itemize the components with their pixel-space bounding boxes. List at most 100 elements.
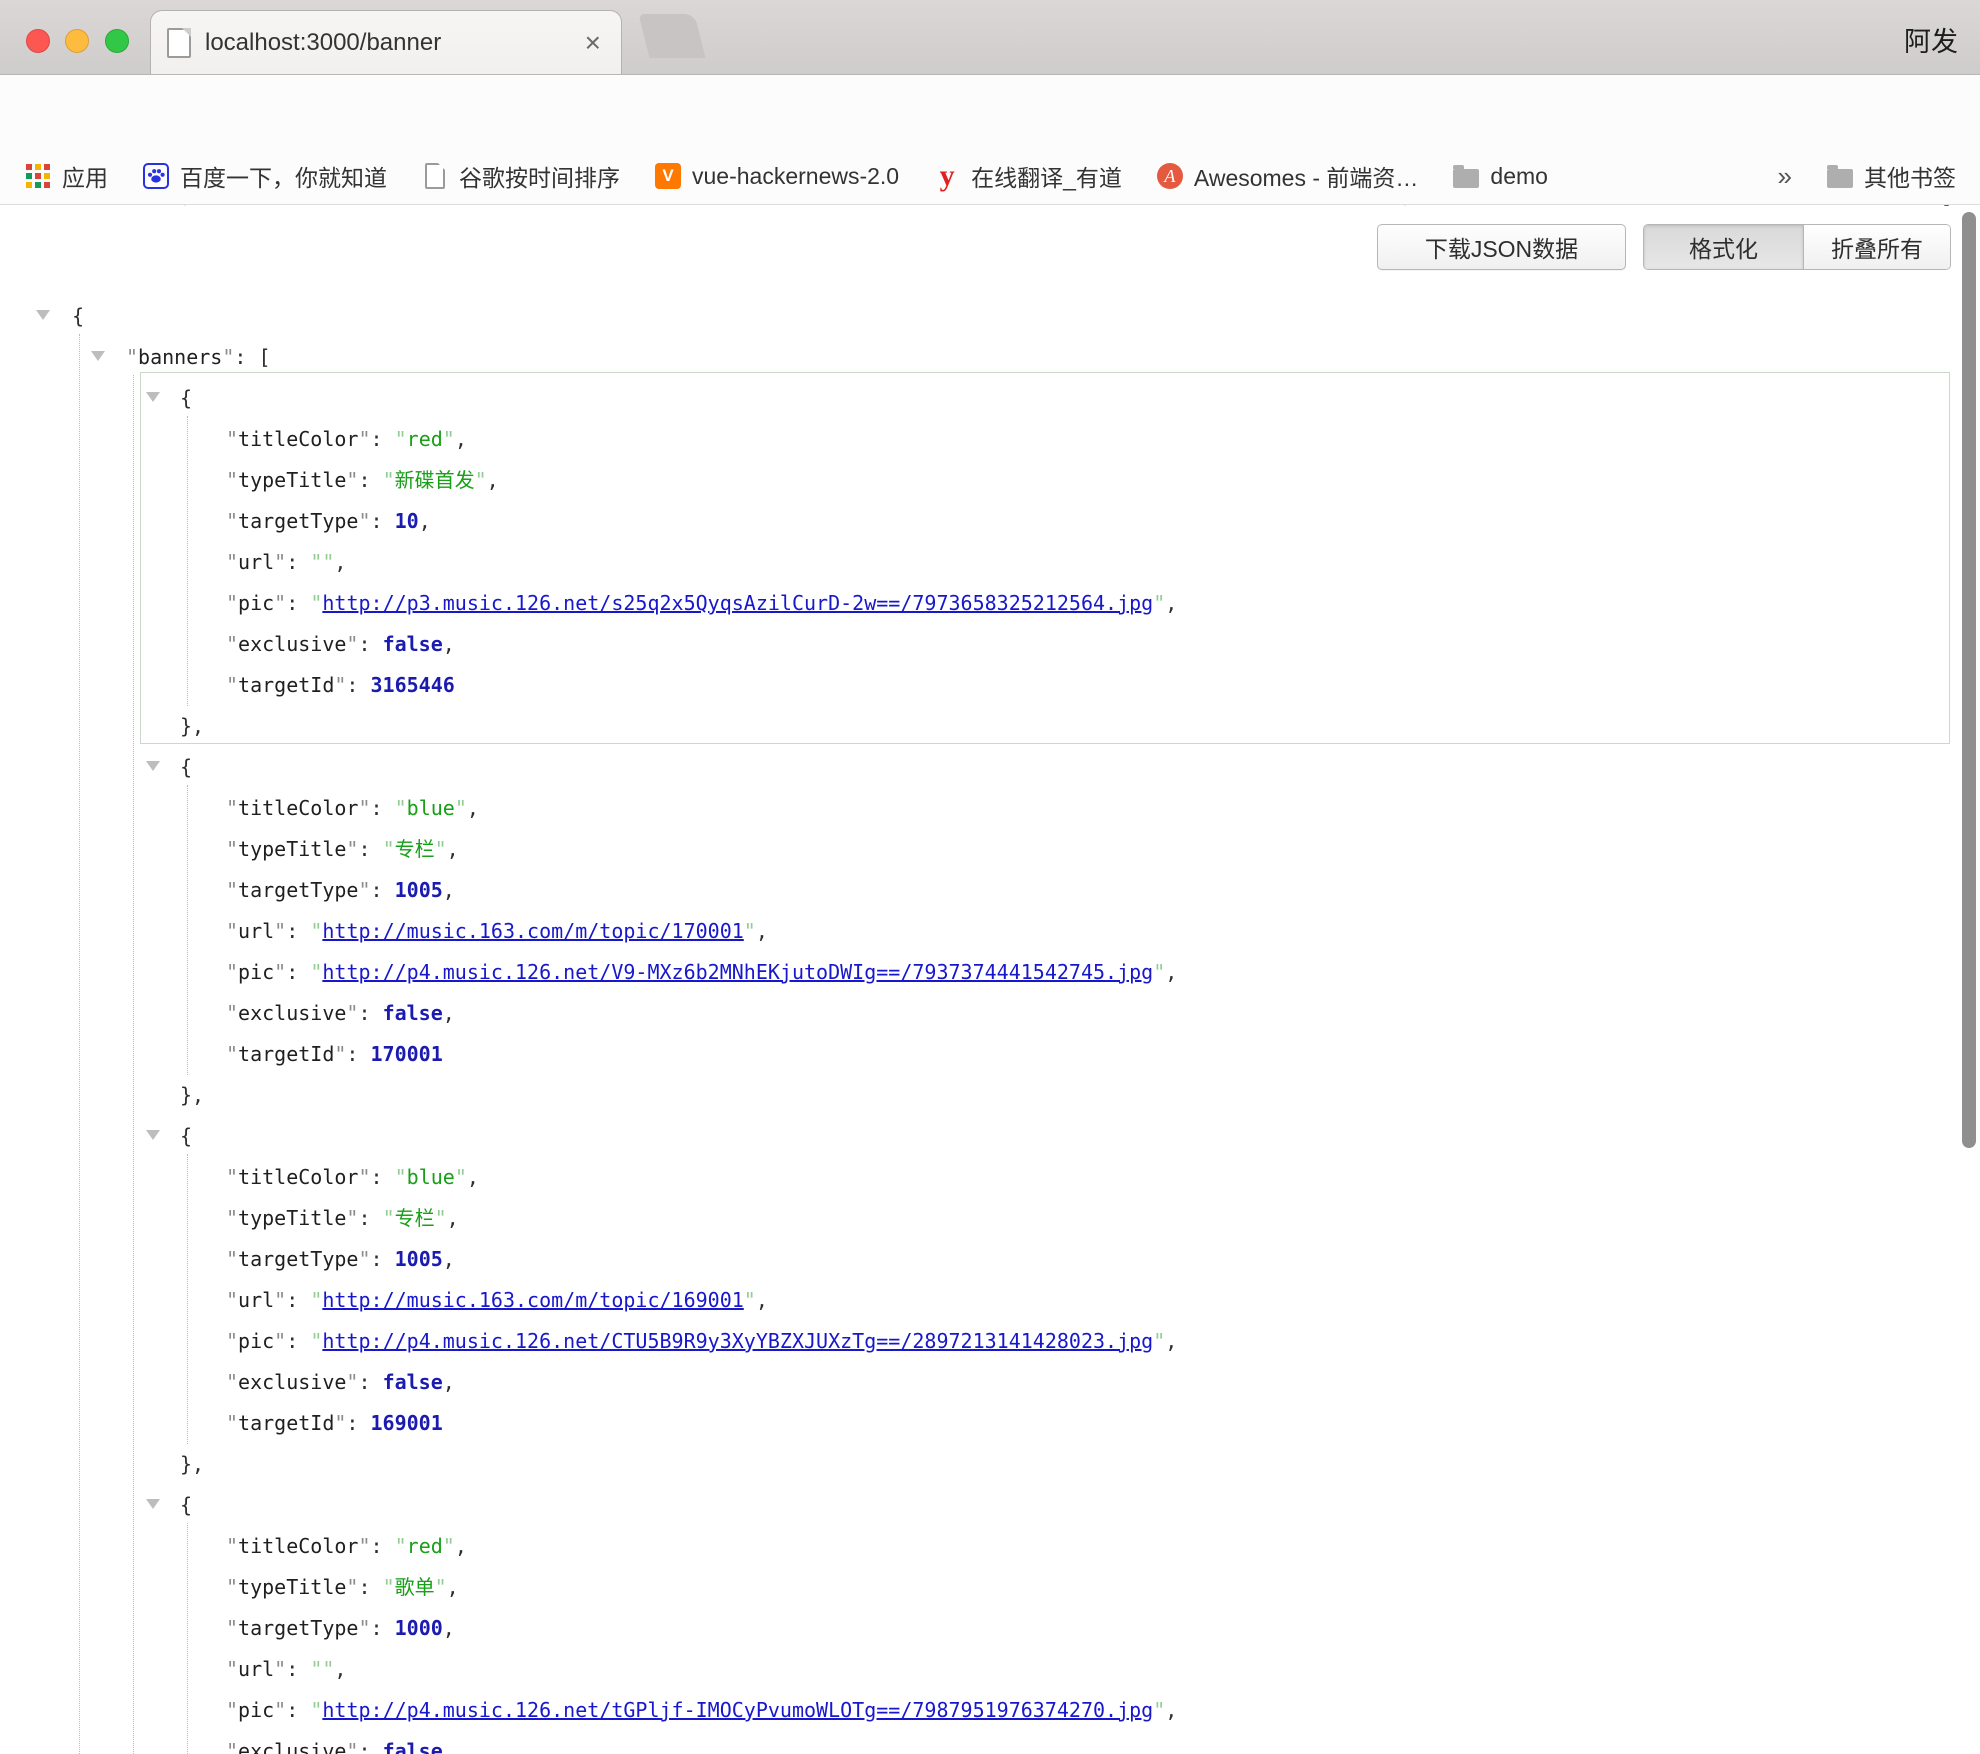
folder-icon <box>1826 162 1854 190</box>
json-property: "titleColor": "blue", <box>0 1157 479 1198</box>
json-value-string: blue <box>407 796 455 820</box>
browser-toolbar: ← → ↻ i localhost :3000/banner ☆ V 英 FE … <box>0 75 1980 148</box>
json-value-number: 169001 <box>371 1411 443 1435</box>
json-property: "targetType": 1005, <box>0 870 455 911</box>
json-property: "typeTitle": "新碟首发", <box>0 460 499 501</box>
new-tab-button[interactable] <box>639 14 706 58</box>
json-property: "url": "", <box>0 1649 346 1690</box>
json-property: "exclusive": false, <box>0 624 455 665</box>
baidu-paw-icon <box>142 162 170 190</box>
json-value-number: 10 <box>395 509 419 533</box>
json-value-string: 专栏 <box>395 1206 435 1230</box>
json-value-string: 歌单 <box>395 1575 435 1599</box>
browser-tab[interactable]: localhost:3000/banner × <box>150 10 622 74</box>
json-tree: {"banners": [{"titleColor": "red","typeT… <box>0 206 1980 1754</box>
window-minimize-button[interactable] <box>65 29 89 53</box>
json-value-boolean: false <box>383 1001 443 1025</box>
json-object-close: }, <box>0 706 204 747</box>
json-value-string: 专栏 <box>395 837 435 861</box>
tab-close-icon[interactable]: × <box>581 29 605 57</box>
bookmarks-bar: 应用 百度一下，你就知道 谷歌按时间排序 V vue-hackernews-2.… <box>0 148 1980 205</box>
json-link[interactable]: http://p3.music.126.net/s25q2x5QyqsAzilC… <box>322 591 1153 615</box>
bookmark-youdao[interactable]: y 在线翻译_有道 <box>933 159 1122 193</box>
bookmark-apps[interactable]: 应用 <box>24 159 108 193</box>
bookmark-label: 谷歌按时间排序 <box>459 159 620 193</box>
json-value-string: red <box>407 427 443 451</box>
profile-name[interactable]: 阿发 <box>1904 20 1958 59</box>
bookmark-label: 百度一下，你就知道 <box>180 159 387 193</box>
json-value-number: 1005 <box>395 878 443 902</box>
json-value-string: 新碟首发 <box>395 468 475 492</box>
json-value-number: 1005 <box>395 1247 443 1271</box>
json-property: "pic": "http://p4.music.126.net/V9-MXz6b… <box>0 952 1177 993</box>
json-property: "targetId": 3165446 <box>0 665 455 706</box>
json-value-boolean: false <box>383 632 443 656</box>
bookmarks-overflow-icon[interactable]: » <box>1778 161 1792 192</box>
other-bookmarks-label: 其他书签 <box>1864 159 1956 193</box>
json-property: "titleColor": "red", <box>0 1526 467 1567</box>
json-property: "url": "", <box>0 542 346 583</box>
json-root-open: { <box>0 296 84 337</box>
window-tab-strip: localhost:3000/banner × 阿发 <box>0 0 1980 75</box>
json-object-close: }, <box>0 1444 204 1485</box>
page-icon <box>421 162 449 190</box>
other-bookmarks[interactable]: 其他书签 <box>1826 159 1956 193</box>
apps-grid-icon <box>24 162 52 190</box>
folder-icon <box>1452 162 1480 190</box>
json-link[interactable]: http://p4.music.126.net/V9-MXz6b2MNhEKju… <box>322 960 1153 984</box>
json-property: "targetId": 170001 <box>0 1034 443 1075</box>
youdao-icon: y <box>933 162 961 190</box>
bookmark-label: 应用 <box>62 159 108 193</box>
json-property: "exclusive": false, <box>0 993 455 1034</box>
json-property: "targetId": 169001 <box>0 1403 443 1444</box>
json-value-number: 3165446 <box>371 673 455 697</box>
json-value-boolean: false <box>383 1739 443 1754</box>
bookmark-vue-hackernews[interactable]: V vue-hackernews-2.0 <box>654 162 899 190</box>
json-property: "exclusive": false, <box>0 1731 455 1754</box>
json-property: "url": "http://music.163.com/m/topic/170… <box>0 911 768 952</box>
json-link[interactable]: http://music.163.com/m/topic/170001 <box>322 919 743 943</box>
json-object-open: { <box>0 1116 192 1157</box>
vue-icon: V <box>654 162 682 190</box>
json-object-open: { <box>0 378 192 419</box>
json-property: "typeTitle": "专栏", <box>0 829 459 870</box>
json-property: "targetType": 1000, <box>0 1608 455 1649</box>
json-value-number: 170001 <box>371 1042 443 1066</box>
vertical-scrollbar[interactable] <box>1962 212 1976 1148</box>
page-favicon <box>167 28 191 58</box>
json-property: "titleColor": "blue", <box>0 788 479 829</box>
json-property: "pic": "http://p4.music.126.net/CTU5B9R9… <box>0 1321 1177 1362</box>
window-close-button[interactable] <box>26 29 50 53</box>
json-object-close: }, <box>0 1075 204 1116</box>
bookmark-folder-demo[interactable]: demo <box>1452 162 1548 190</box>
bookmark-label: vue-hackernews-2.0 <box>692 163 899 190</box>
json-value-number: 1000 <box>395 1616 443 1640</box>
bookmark-baidu[interactable]: 百度一下，你就知道 <box>142 159 387 193</box>
json-property: "titleColor": "red", <box>0 419 467 460</box>
bookmark-label: demo <box>1490 163 1548 190</box>
json-array-open: "banners": [ <box>0 337 271 378</box>
window-zoom-button[interactable] <box>105 29 129 53</box>
bookmark-google-sort[interactable]: 谷歌按时间排序 <box>421 159 620 193</box>
json-property: "typeTitle": "专栏", <box>0 1198 459 1239</box>
json-value-string: red <box>407 1534 443 1558</box>
tab-title: localhost:3000/banner <box>205 29 581 57</box>
bookmark-label: Awesomes - 前端资… <box>1194 159 1419 193</box>
awesomes-icon: A <box>1156 162 1184 190</box>
page-content: 下载JSON数据 格式化 折叠所有 {"banners": [{"titleCo… <box>0 206 1980 1754</box>
json-property: "typeTitle": "歌单", <box>0 1567 459 1608</box>
json-link[interactable]: http://p4.music.126.net/tGPljf-IMOCyPvum… <box>322 1698 1153 1722</box>
json-link[interactable]: http://p4.music.126.net/CTU5B9R9y3XyYBZX… <box>322 1329 1153 1353</box>
json-property: "targetType": 10, <box>0 501 431 542</box>
bookmark-awesomes[interactable]: A Awesomes - 前端资… <box>1156 159 1419 193</box>
json-object-open: { <box>0 747 192 788</box>
json-property: "targetType": 1005, <box>0 1239 455 1280</box>
json-value-string: blue <box>407 1165 455 1189</box>
json-property: "pic": "http://p3.music.126.net/s25q2x5Q… <box>0 583 1177 624</box>
bookmark-label: 在线翻译_有道 <box>971 159 1122 193</box>
json-property: "exclusive": false, <box>0 1362 455 1403</box>
json-link[interactable]: http://music.163.com/m/topic/169001 <box>322 1288 743 1312</box>
json-value-boolean: false <box>383 1370 443 1394</box>
json-property: "url": "http://music.163.com/m/topic/169… <box>0 1280 768 1321</box>
json-object-open: { <box>0 1485 192 1526</box>
